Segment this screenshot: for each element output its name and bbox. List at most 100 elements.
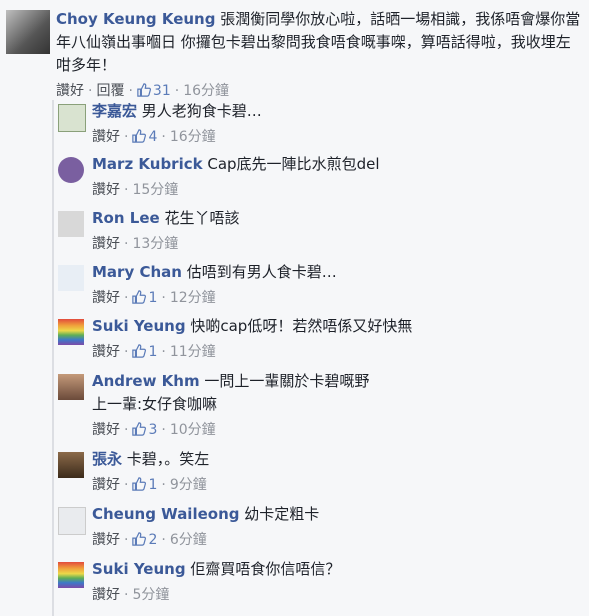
reply-text: 快啲cap低呀！若然唔係又好快無 — [190, 317, 413, 335]
reply-author[interactable]: Andrew Khm — [92, 372, 200, 390]
like-count[interactable]: 31 — [137, 83, 171, 99]
like-count-number: 4 — [148, 129, 158, 145]
avatar[interactable] — [58, 104, 86, 132]
avatar[interactable] — [58, 211, 84, 237]
reply-author[interactable]: Mary Chan — [92, 263, 182, 281]
reply-text: 卡碧，。笑左 — [126, 450, 210, 468]
reply-body: Andrew Khm 一問上一輩關於卡碧嘅野 上一輩:女仔食咖嘛 讚好 · 3 · 10分… — [92, 370, 580, 439]
reply-link[interactable]: 回覆 — [96, 83, 124, 99]
separator: · — [174, 83, 180, 99]
reply-text: 一問上一輩關於卡碧嘅野 — [204, 372, 370, 390]
separator: · — [161, 422, 166, 438]
thumbs-up-icon — [132, 129, 147, 143]
thumbs-up-icon — [132, 477, 147, 491]
reply-body: Suki Yeung 佢齋買唔食你信唔信？ 讚好 · 5分鐘 — [92, 558, 580, 604]
reply-meta: 讚好 · 5分鐘 — [92, 584, 580, 604]
timestamp[interactable]: 16分鐘 — [183, 83, 229, 99]
avatar[interactable] — [6, 10, 50, 54]
reply-text: Cap底先一陣比水煎包del — [207, 155, 380, 173]
separator: · — [124, 129, 129, 145]
like-link[interactable]: 讚好 — [92, 290, 120, 306]
reply-text-block: Suki Yeung 佢齋買唔食你信唔信？ — [92, 558, 580, 581]
reply-text: 花生丫唔該 — [164, 209, 240, 227]
like-link[interactable]: 讚好 — [92, 422, 120, 438]
reply-meta: 讚好 · 13分鐘 — [92, 233, 580, 253]
reply-text-block: 張永 卡碧，。笑左 — [92, 448, 580, 471]
like-link[interactable]: 讚好 — [56, 83, 84, 99]
reply-meta: 讚好 · 4 · 16分鐘 — [92, 126, 580, 146]
timestamp[interactable]: 6分鐘 — [170, 532, 207, 548]
reply-meta: 讚好 · 1 · 11分鐘 — [92, 341, 580, 361]
replies-list: 李嘉宏 男人老狗食卡碧… 讚好 · 4 · 16分鐘 Marz Kubrick Cap底… — [52, 100, 584, 616]
reply-author[interactable]: Marz Kubrick — [92, 155, 203, 173]
timestamp[interactable]: 13分鐘 — [132, 236, 178, 252]
reply-body: 張永 卡碧，。笑左 讚好 · 1 · 9分鐘 — [92, 448, 580, 494]
reply-text-block: Mary Chan 估唔到有男人食卡碧… — [92, 261, 580, 284]
reply-author[interactable]: 張永 — [92, 450, 122, 468]
like-count[interactable]: 2 — [132, 532, 157, 548]
reply-text-block: Cheung Waileong 幼卡定粗卡 — [92, 503, 580, 526]
like-count[interactable]: 1 — [132, 477, 157, 493]
main-comment-body: Choy Keung Keung 張潤衡同學你放心啦，話晒一場相識，我係唔會爆你… — [56, 8, 584, 100]
comment-meta: 讚好 · 回覆 · 31 · 16分鐘 — [56, 80, 584, 100]
reply-author[interactable]: Suki Yeung — [92, 560, 186, 578]
reply-meta: 讚好 · 2 · 6分鐘 — [92, 529, 580, 549]
timestamp[interactable]: 16分鐘 — [170, 129, 216, 145]
reply-body: Ron Lee 花生丫唔該 讚好 · 13分鐘 — [92, 207, 580, 253]
like-link[interactable]: 讚好 — [92, 344, 120, 360]
like-count[interactable]: 1 — [132, 290, 157, 306]
like-link[interactable]: 讚好 — [92, 477, 120, 493]
reply-text: 估唔到有男人食卡碧… — [186, 263, 337, 281]
reply-text-line2: 上一輩:女仔食咖嘛 — [92, 395, 218, 413]
reply-text: 男人老狗食卡碧… — [141, 102, 262, 120]
reply-text-block: Ron Lee 花生丫唔該 — [92, 207, 580, 230]
like-count-number: 31 — [152, 83, 171, 99]
timestamp[interactable]: 12分鐘 — [170, 290, 216, 306]
separator: · — [124, 236, 129, 252]
reply-body: Suki Yeung 快啲cap低呀！若然唔係又好快無 讚好 · 1 · 11分鐘 — [92, 315, 580, 361]
reply-body: Cheung Waileong 幼卡定粗卡 讚好 · 2 · 6分鐘 — [92, 503, 580, 549]
thumbs-up-icon — [132, 532, 147, 546]
avatar[interactable] — [58, 157, 84, 183]
separator: · — [124, 587, 129, 603]
avatar[interactable] — [58, 265, 84, 291]
like-link[interactable]: 讚好 — [92, 532, 120, 548]
comment-author[interactable]: Choy Keung Keung — [56, 10, 215, 28]
avatar[interactable] — [58, 374, 84, 400]
timestamp[interactable]: 11分鐘 — [170, 344, 216, 360]
like-link[interactable]: 讚好 — [92, 129, 120, 145]
separator: · — [161, 129, 166, 145]
thumbs-up-icon — [132, 344, 147, 358]
separator: · — [161, 532, 166, 548]
like-link[interactable]: 讚好 — [92, 182, 120, 198]
reply-author[interactable]: Suki Yeung — [92, 317, 186, 335]
timestamp[interactable]: 5分鐘 — [132, 587, 169, 603]
reply-author[interactable]: Ron Lee — [92, 209, 160, 227]
reply-author[interactable]: Cheung Waileong — [92, 505, 240, 523]
separator: · — [124, 290, 129, 306]
timestamp[interactable]: 9分鐘 — [170, 477, 207, 493]
timestamp[interactable]: 15分鐘 — [132, 182, 178, 198]
like-count[interactable]: 4 — [132, 129, 157, 145]
like-link[interactable]: 讚好 — [92, 587, 120, 603]
reply-body: 李嘉宏 男人老狗食卡碧… 讚好 · 4 · 16分鐘 — [92, 100, 580, 146]
reply-author[interactable]: 李嘉宏 — [92, 102, 137, 120]
like-link[interactable]: 讚好 — [92, 236, 120, 252]
timestamp[interactable]: 10分鐘 — [170, 422, 216, 438]
like-count[interactable]: 1 — [132, 344, 157, 360]
reply-body: Mary Chan 估唔到有男人食卡碧… 讚好 · 1 · 12分鐘 — [92, 261, 580, 307]
avatar[interactable] — [58, 452, 84, 478]
avatar[interactable] — [58, 319, 84, 345]
like-count[interactable]: 3 — [132, 422, 157, 438]
separator: · — [161, 477, 166, 493]
separator: · — [124, 477, 129, 493]
comment-thread: Choy Keung Keung 張潤衡同學你放心啦，話晒一場相識，我係唔會爆你… — [0, 0, 589, 616]
separator: · — [124, 344, 129, 360]
avatar[interactable] — [58, 562, 84, 588]
reply-text-block: 李嘉宏 男人老狗食卡碧… — [92, 100, 580, 123]
separator: · — [128, 83, 133, 99]
avatar[interactable] — [58, 507, 86, 535]
reply-text: 佢齋買唔食你信唔信？ — [190, 560, 341, 578]
reply-meta: 讚好 · 15分鐘 — [92, 179, 580, 199]
thumbs-up-icon — [137, 83, 151, 97]
